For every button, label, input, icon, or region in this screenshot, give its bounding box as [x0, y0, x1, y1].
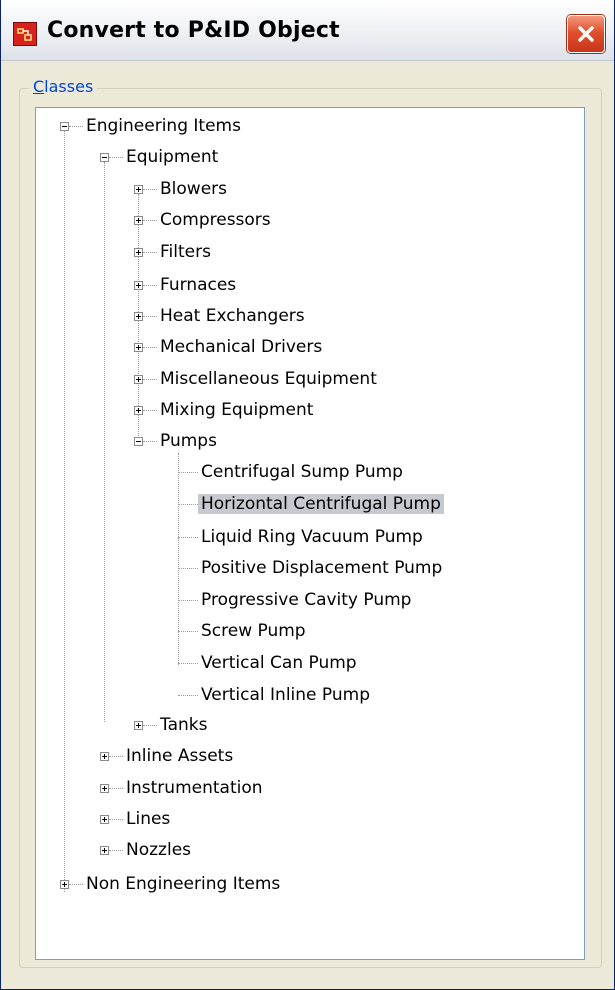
plus-icon [136, 187, 141, 192]
tree-connector [178, 631, 198, 632]
window-title: Convert to P&ID Object [47, 18, 340, 43]
expand-toggle[interactable] [134, 406, 143, 415]
tree-node-nozzles[interactable]: Nozzles [123, 837, 194, 863]
expand-toggle[interactable] [60, 880, 69, 889]
expand-toggle[interactable] [134, 281, 143, 290]
tree-node-pump[interactable]: Screw Pump [198, 618, 309, 644]
tree-node-pump-selected[interactable]: Horizontal Centrifugal Pump [198, 491, 444, 517]
tree-connector [109, 850, 123, 851]
plus-icon [136, 377, 141, 382]
tree-connector [178, 504, 198, 505]
expand-toggle[interactable] [134, 721, 143, 730]
tree-node-heat-exchangers[interactable]: Heat Exchangers [157, 303, 308, 329]
tree-connector [143, 189, 157, 190]
tree-connector [109, 819, 123, 820]
tree-node-blowers[interactable]: Blowers [157, 176, 230, 202]
tree-connector [143, 220, 157, 221]
tree-node-furnaces[interactable]: Furnaces [157, 272, 239, 298]
tree-node-equipment[interactable]: Equipment [123, 144, 221, 170]
tree-connector [109, 157, 123, 158]
tree-connector [143, 379, 157, 380]
expand-toggle[interactable] [134, 312, 143, 321]
tree-node-tanks[interactable]: Tanks [157, 712, 210, 738]
tree-connector [104, 162, 105, 722]
plus-icon [136, 314, 141, 319]
expand-toggle[interactable] [100, 846, 109, 855]
tree-connector [143, 252, 157, 253]
plus-icon [136, 218, 141, 223]
tree-connector [109, 756, 123, 757]
collapse-toggle[interactable] [60, 122, 69, 131]
tree-node-instrumentation[interactable]: Instrumentation [123, 775, 266, 801]
tree-node-non-engineering-items[interactable]: Non Engineering Items [83, 871, 283, 897]
expand-toggle[interactable] [134, 216, 143, 225]
collapse-toggle[interactable] [100, 153, 109, 162]
plus-icon [136, 283, 141, 288]
tree-connector [64, 131, 65, 892]
tree-node-filters[interactable]: Filters [157, 239, 214, 265]
tree-node-miscellaneous-equipment[interactable]: Miscellaneous Equipment [157, 366, 380, 392]
close-button[interactable] [567, 15, 605, 53]
tree-node-compressors[interactable]: Compressors [157, 207, 274, 233]
plus-icon [62, 882, 67, 887]
classes-group-label: Classes [29, 77, 98, 96]
tree-connector [109, 788, 123, 789]
plus-icon [102, 848, 107, 853]
expand-toggle[interactable] [134, 375, 143, 384]
tree-connector [178, 568, 198, 569]
plus-icon [136, 408, 141, 413]
expand-toggle[interactable] [100, 752, 109, 761]
close-icon [578, 26, 594, 42]
tree-node-pump[interactable]: Vertical Inline Pump [198, 682, 373, 708]
expand-toggle[interactable] [100, 815, 109, 824]
minus-icon [102, 157, 107, 158]
tree-connector [178, 472, 198, 473]
tree-node-pump[interactable]: Vertical Can Pump [198, 650, 360, 676]
minus-icon [62, 126, 67, 127]
expand-toggle[interactable] [134, 248, 143, 257]
convert-dialog-window: Convert to P&ID Object Classes Engineeri… [0, 0, 615, 990]
tree-node-mechanical-drivers[interactable]: Mechanical Drivers [157, 334, 325, 360]
tree-connector [143, 316, 157, 317]
tree-node-lines[interactable]: Lines [123, 806, 173, 832]
tree-connector [143, 410, 157, 411]
tree-node-engineering-items[interactable]: Engineering Items [83, 113, 244, 139]
tree-connector [178, 695, 198, 696]
tree-connector [178, 537, 198, 538]
tree-node-pump[interactable]: Liquid Ring Vacuum Pump [198, 524, 426, 550]
tree-node-inline-assets[interactable]: Inline Assets [123, 743, 236, 769]
plus-icon [102, 786, 107, 791]
tree-connector [143, 725, 157, 726]
tree-connector [69, 884, 83, 885]
plus-icon [136, 250, 141, 255]
tree-connector [178, 663, 198, 664]
plus-icon [102, 817, 107, 822]
tree-connector [143, 285, 157, 286]
app-icon [13, 22, 37, 46]
tree-connector [143, 441, 157, 442]
expand-toggle[interactable] [134, 185, 143, 194]
classes-tree-view[interactable]: Engineering Items Equipment Blowers Comp… [35, 107, 585, 960]
plus-icon [136, 345, 141, 350]
expand-toggle[interactable] [100, 784, 109, 793]
tree-connector [143, 347, 157, 348]
tree-node-mixing-equipment[interactable]: Mixing Equipment [157, 397, 316, 423]
minus-icon [136, 441, 141, 442]
tree-connector [178, 453, 179, 665]
title-bar[interactable]: Convert to P&ID Object [1, 0, 614, 61]
tree-connector [69, 126, 83, 127]
collapse-toggle[interactable] [134, 437, 143, 446]
tree-node-pumps[interactable]: Pumps [157, 428, 220, 454]
tree-node-pump[interactable]: Progressive Cavity Pump [198, 587, 414, 613]
expand-toggle[interactable] [134, 343, 143, 352]
plus-icon [102, 754, 107, 759]
tree-node-pump[interactable]: Positive Displacement Pump [198, 555, 445, 581]
tree-node-pump[interactable]: Centrifugal Sump Pump [198, 459, 406, 485]
plus-icon [136, 723, 141, 728]
tree-connector [178, 600, 198, 601]
